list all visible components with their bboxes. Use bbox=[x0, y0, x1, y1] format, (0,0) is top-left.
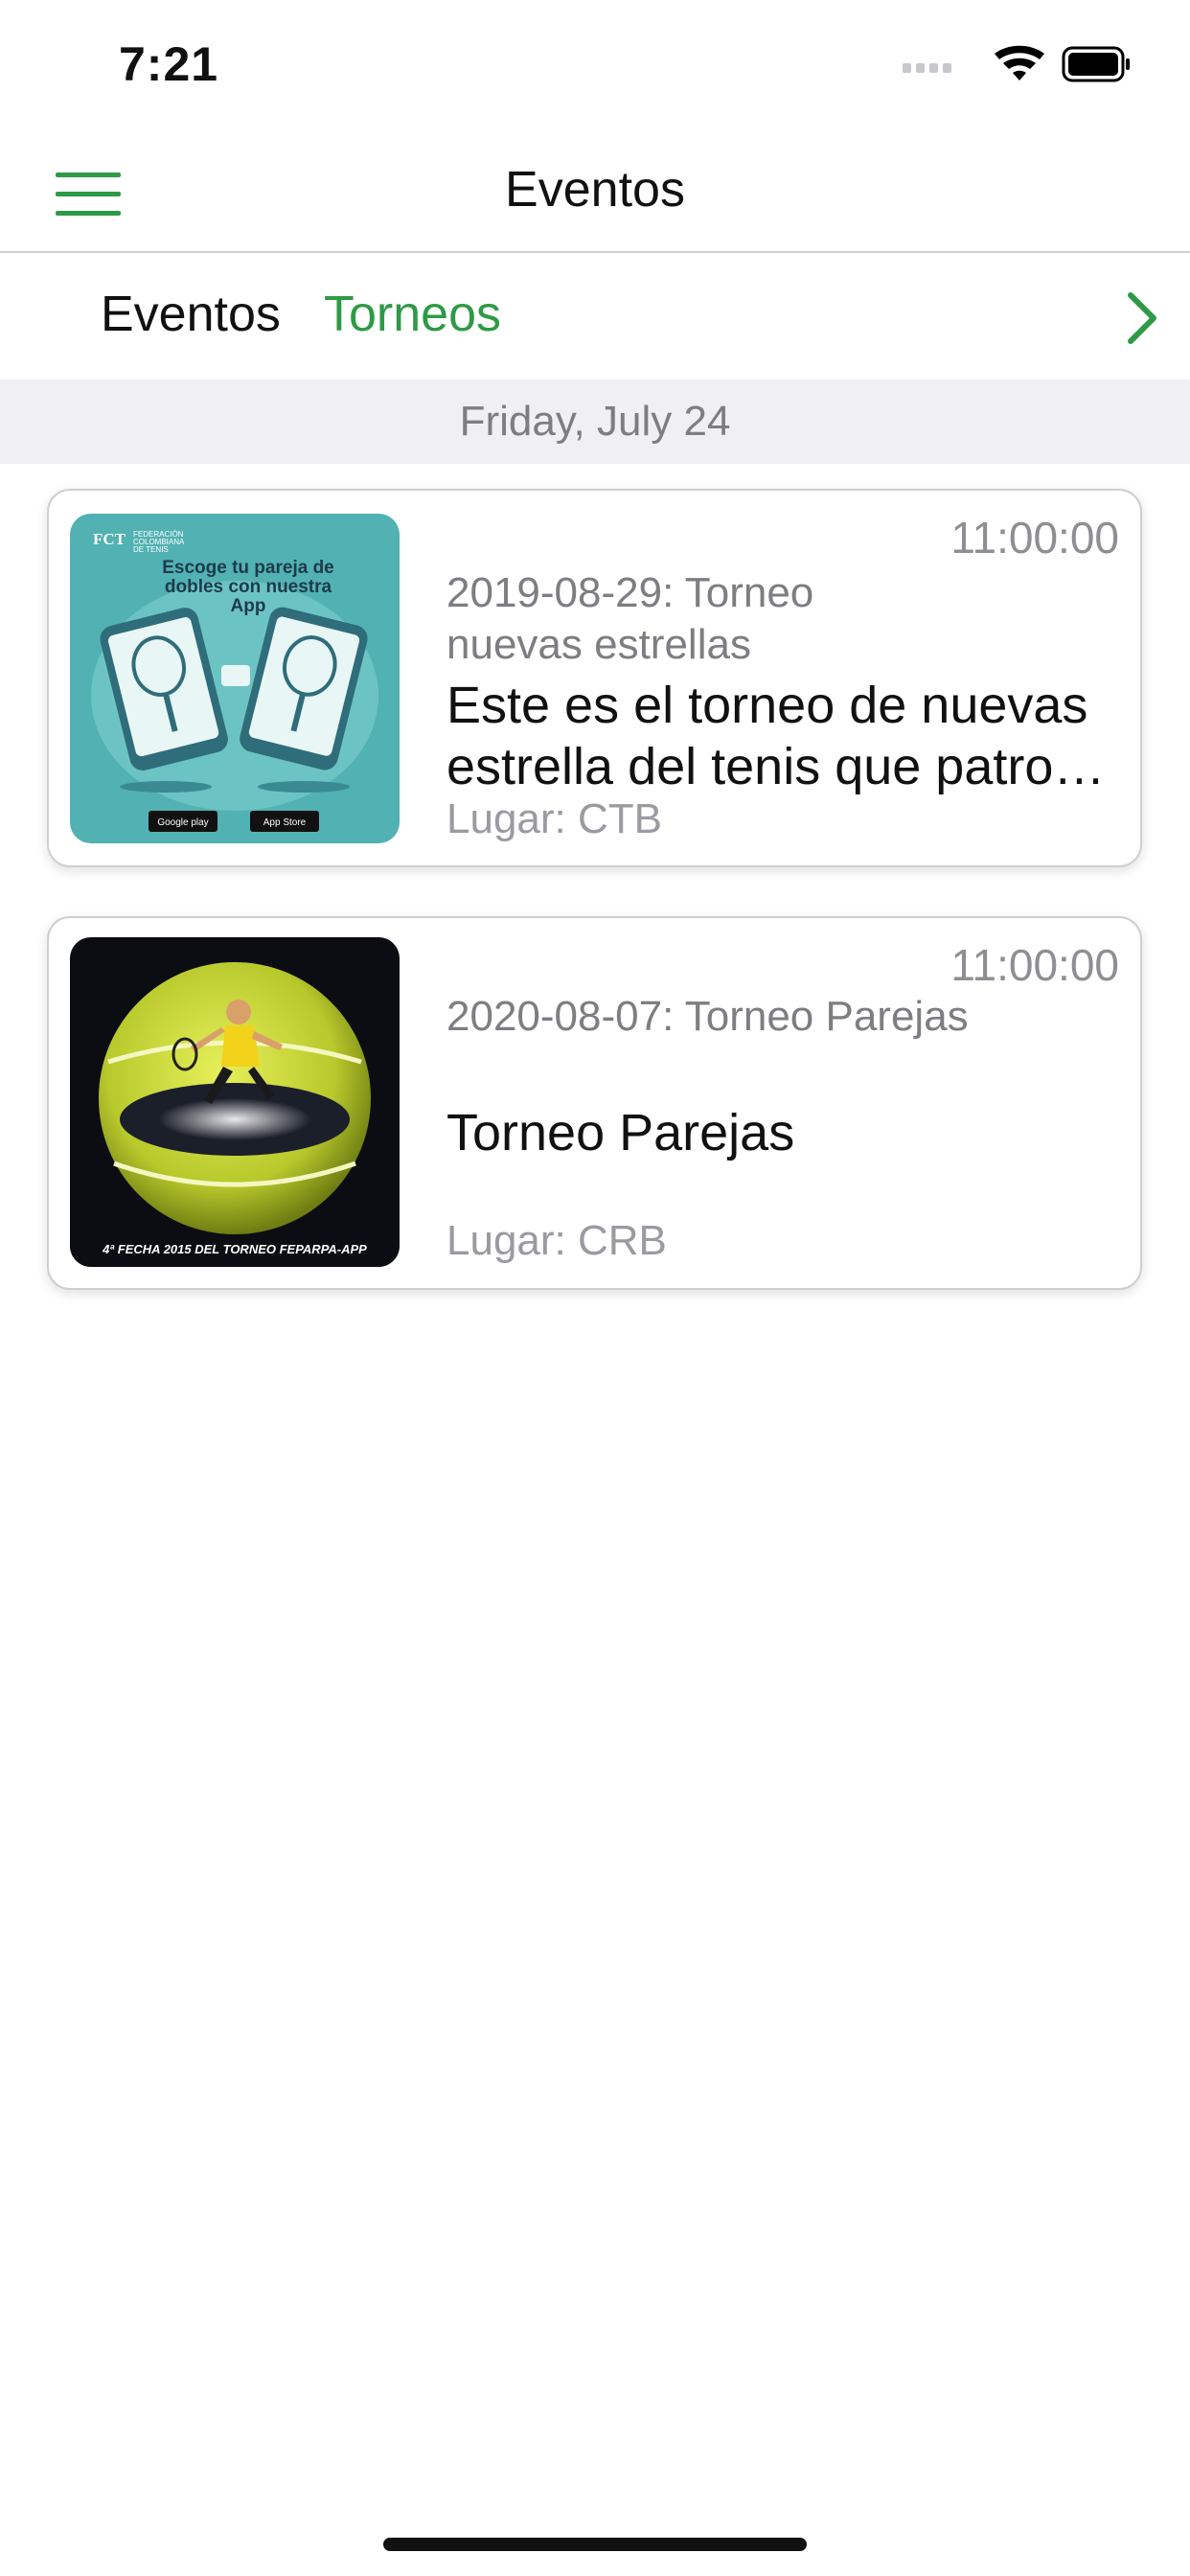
svg-text:App: App bbox=[231, 596, 266, 616]
event-title: Este es el torneo de nuevas estrella del… bbox=[446, 675, 1117, 797]
event-card[interactable]: 4ª FECHA 2015 DEL TORNEO FEPARPA-APP 11:… bbox=[47, 916, 1142, 1290]
event-subtitle: 2019-08-29: Torneo nuevas estrellas bbox=[446, 569, 814, 668]
svg-text:Escoge tu pareja de: Escoge tu pareja de bbox=[162, 558, 334, 578]
event-title: Torneo Parejas bbox=[446, 1104, 795, 1162]
tab-torneos[interactable]: Torneos bbox=[324, 286, 501, 343]
svg-text:DE TENIS: DE TENIS bbox=[133, 545, 169, 554]
svg-text:App Store: App Store bbox=[263, 817, 307, 828]
status-time: 7:21 bbox=[119, 37, 219, 91]
fct-logo-text: FCT bbox=[93, 530, 126, 548]
event-subtitle: 2020-08-07: Torneo Parejas bbox=[446, 993, 969, 1040]
navigation-bar: Eventos bbox=[0, 134, 1190, 253]
tab-bar: Eventos Torneos bbox=[0, 253, 1190, 380]
event-title-line-1: Este es el torneo de nuevas bbox=[446, 677, 1088, 734]
cellular-signal-icon bbox=[903, 63, 951, 73]
home-indicator[interactable] bbox=[383, 2538, 807, 2551]
event-place: Lugar: CRB bbox=[446, 1217, 667, 1264]
event-card[interactable]: FCT FEDERACIÓN COLOMBIANA DE TENIS Escog… bbox=[47, 489, 1142, 867]
date-section-header: Friday, July 24 bbox=[0, 380, 1190, 464]
event-time: 11:00:00 bbox=[950, 940, 1119, 990]
wifi-icon bbox=[995, 45, 1044, 80]
status-icons bbox=[903, 45, 1130, 82]
event-place: Lugar: CTB bbox=[446, 795, 662, 842]
page-title: Eventos bbox=[505, 162, 685, 218]
event-time: 11:00:00 bbox=[950, 513, 1119, 563]
event-image-caption: 4ª FECHA 2015 DEL TORNEO FEPARPA-APP bbox=[102, 1242, 367, 1256]
svg-text:dobles con nuestra: dobles con nuestra bbox=[165, 577, 332, 597]
svg-text:Google play: Google play bbox=[157, 817, 208, 828]
status-bar: 7:21 bbox=[0, 0, 1190, 134]
event-image: 4ª FECHA 2015 DEL TORNEO FEPARPA-APP bbox=[70, 937, 400, 1267]
battery-icon bbox=[1062, 46, 1130, 82]
tab-eventos[interactable]: Eventos bbox=[101, 286, 281, 343]
event-title-line-2: estrella del tenis que patrocina bbox=[446, 738, 1117, 795]
event-image: FCT FEDERACIÓN COLOMBIANA DE TENIS Escog… bbox=[70, 514, 400, 843]
chevron-right-icon[interactable] bbox=[1123, 289, 1161, 347]
